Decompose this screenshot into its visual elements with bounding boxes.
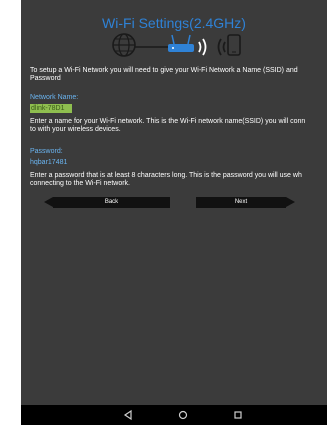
connection-illustration (112, 33, 241, 57)
password-help-line1: Enter a password that is at least 8 char… (30, 172, 302, 179)
android-nav-bar (21, 405, 327, 425)
next-arrow-icon (286, 197, 295, 207)
page-title: Wi-Fi Settings(2.4GHz) (102, 15, 246, 31)
password-help-line2: connecting to the Wi-Fi network. (30, 180, 130, 187)
back-triangle-icon[interactable] (122, 409, 134, 421)
intro-text-line1: To setup a Wi-Fi Network you will need t… (30, 67, 298, 74)
password-field[interactable]: hqbar17481 (30, 159, 67, 167)
back-arrow-icon (44, 197, 53, 207)
network-name-help-line2: to with your wireless devices. (30, 126, 121, 133)
home-circle-icon[interactable] (177, 409, 189, 421)
wifi-signal-icon (217, 38, 226, 56)
intro-text-line2: Password (30, 75, 61, 82)
back-button[interactable]: Back (44, 197, 170, 208)
recents-square-icon[interactable] (232, 409, 244, 421)
next-button[interactable]: Next (196, 197, 295, 208)
network-name-help-line1: Enter a name for your Wi-Fi network. Thi… (30, 118, 306, 125)
setup-screen: Wi-Fi Settings(2.4GHz) To setup a Wi-Fi … (21, 0, 327, 405)
password-label: Password: (30, 148, 63, 155)
phone-icon (227, 34, 241, 56)
wifi-signal-icon (198, 38, 207, 56)
network-name-label: Network Name: (30, 94, 79, 101)
network-name-field[interactable]: dlink-78D1 (30, 104, 72, 113)
back-button-label: Back (104, 199, 119, 205)
router-icon (168, 34, 194, 52)
globe-icon (112, 33, 136, 57)
device-frame: Wi-Fi Settings(2.4GHz) To setup a Wi-Fi … (21, 0, 327, 425)
next-button-label: Next (234, 199, 248, 205)
